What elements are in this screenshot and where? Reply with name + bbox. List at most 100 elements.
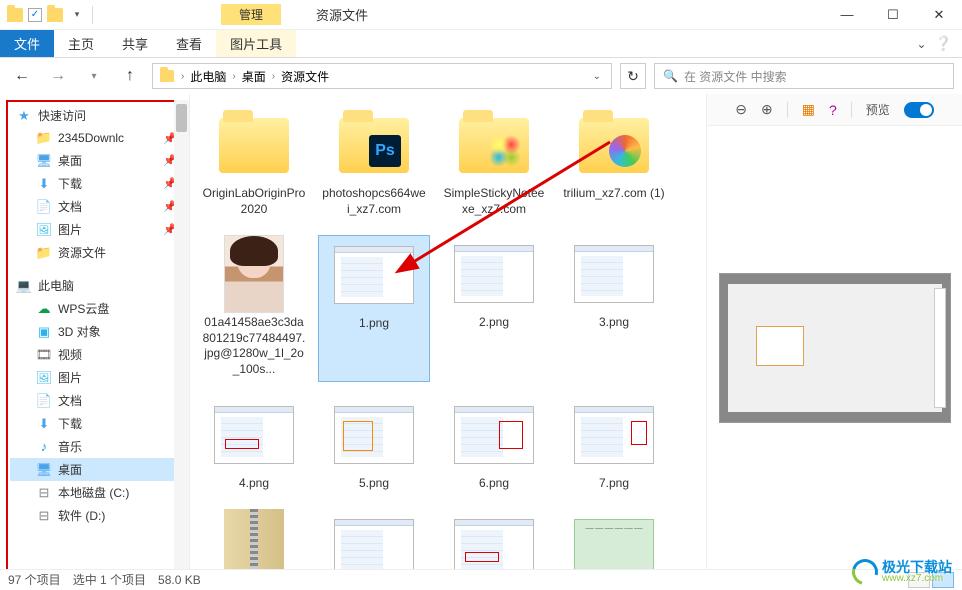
tab-file[interactable]: 文件 [0,30,54,57]
sidebar-quick-access[interactable]: ★ 快速访问 [10,104,187,127]
file-thumbnail [454,513,534,569]
sidebar-item[interactable]: 📄文档 [10,389,187,412]
chevron-right-icon[interactable]: › [272,71,275,82]
tab-share[interactable]: 共享 [108,30,162,57]
up-button[interactable]: ↑ [116,62,144,90]
minimize-button[interactable]: — [824,0,870,30]
tab-view[interactable]: 查看 [162,30,216,57]
file-item[interactable]: 2.png [438,235,550,381]
breadcrumb-seg[interactable]: 资源文件 [281,68,329,85]
sidebar-item[interactable]: ⬇下载📌 [10,172,187,195]
address-dropdown-icon[interactable]: ⌄ [589,71,605,82]
file-thumbnail: Ps [334,110,414,180]
sidebar-item[interactable]: 🖼 图片 [10,366,187,389]
sidebar-item[interactable]: ⬇下载 [10,412,187,435]
star-icon: ★ [16,108,32,124]
qat-dropdown-icon[interactable]: ▾ [68,6,86,24]
help-icon[interactable]: ? [829,102,837,118]
picture-icon: 🖼 [36,370,52,386]
file-item[interactable]: 1.png [318,235,430,381]
sidebar-item[interactable]: ♪音乐 [10,435,187,458]
prop-checkbox-icon[interactable]: ✓ [28,8,42,22]
sidebar-item-desktop[interactable]: 🖥桌面 [10,458,187,481]
file-label: 2.png [442,315,546,331]
file-item[interactable]: 5.png [318,396,430,496]
video-icon: 🎞 [36,347,52,363]
sidebar-item[interactable]: 🖼图片📌 [10,218,187,241]
sidebar-label: 图片 [58,369,82,386]
file-label: trilium_xz7.com (1) [562,186,666,202]
sidebar-item[interactable]: 📁资源文件 [10,241,187,264]
disk-icon: ⊟ [36,485,52,501]
sidebar-item[interactable]: 📁2345Downlc📌 [10,127,187,149]
sidebar-item[interactable]: 🎞视频 [10,343,187,366]
sidebar-item[interactable]: 📄文档📌 [10,195,187,218]
file-label: OriginLabOriginPro2020 [202,186,306,217]
ribbon: 文件 主页 共享 查看 图片工具 ⌄ ❔ [0,30,962,58]
cube-icon: ▣ [36,324,52,340]
forward-button[interactable]: → [44,62,72,90]
file-item[interactable]: 7.png [558,396,670,496]
sidebar-item[interactable]: 🖥桌面📌 [10,149,187,172]
ribbon-context-tab: 管理 [221,4,281,25]
grid-icon[interactable]: ▦ [802,101,815,118]
tab-picture-tools[interactable]: 图片工具 [216,30,296,57]
file-item[interactable]: OriginLabOriginPro2020 [198,106,310,221]
sidebar-label: 本地磁盘 (C:) [58,484,129,501]
sidebar-item[interactable]: ▣3D 对象 [10,320,187,343]
file-item[interactable]: Psphotoshopcs664wei_xz7.com [318,106,430,221]
file-item[interactable]: 4.png [198,396,310,496]
sidebar-label: 2345Downlc [58,131,124,145]
file-item[interactable] [438,509,550,569]
file-item[interactable]: 01a41458ae3c3da801219c77484497.jpg@1280w… [198,235,310,381]
file-item[interactable]: SimpleStickyNoteexe_xz7.com [438,106,550,221]
file-thumbnail [214,110,294,180]
back-button[interactable]: ← [8,62,36,90]
sidebar-label: 软件 (D:) [58,507,105,524]
chevron-right-icon[interactable]: › [181,71,184,82]
watermark-text: 极光下载站 [882,560,952,574]
zoom-out-button[interactable]: ⊖ [735,101,747,118]
desktop-icon: 🖥 [36,462,52,478]
file-item[interactable] [198,509,310,569]
refresh-button[interactable]: ↻ [620,63,646,89]
sidebar-label: 桌面 [58,152,82,169]
status-size: 58.0 KB [158,573,201,587]
file-thumbnail [214,400,294,470]
sidebar-item[interactable]: ⊟软件 (D:) [10,504,187,527]
file-view[interactable]: OriginLabOriginPro2020 Psphotoshopcs664we… [190,94,706,569]
breadcrumb-seg[interactable]: 此电脑 [190,68,226,85]
preview-toggle[interactable] [904,102,934,118]
search-placeholder: 在 资源文件 中搜索 [684,68,787,85]
nav-sidebar[interactable]: ★ 快速访问 📁2345Downlc📌 🖥桌面📌 ⬇下载📌 📄文档📌 🖼图片📌 … [0,94,190,569]
sidebar-label: 下载 [58,415,82,432]
chevron-right-icon[interactable]: › [232,71,235,82]
search-input[interactable]: 🔍 在 资源文件 中搜索 [654,63,954,89]
ribbon-collapse-icon[interactable]: ⌄ [917,37,927,51]
status-selection: 选中 1 个项目 [73,571,146,588]
help-icon[interactable]: ❔ [935,35,952,52]
breadcrumb-seg[interactable]: 桌面 [242,68,266,85]
folder-icon [46,6,64,24]
sidebar-item[interactable]: ⊟ 本地磁盘 (C:) [10,481,187,504]
sidebar-this-pc[interactable]: 💻 此电脑 [10,274,187,297]
folder-icon [159,68,175,84]
scrollbar[interactable] [174,100,189,569]
sidebar-label: 此电脑 [38,277,74,294]
tab-home[interactable]: 主页 [54,30,108,57]
file-item[interactable]: trilium_xz7.com (1) [558,106,670,221]
pc-icon: 💻 [16,278,32,294]
close-button[interactable]: ✕ [916,0,962,30]
file-item[interactable]: 6.png [438,396,550,496]
file-item[interactable]: ––– ––– ––– ––– ––– ––– [558,509,670,569]
recent-dropdown-icon[interactable]: ▾ [80,62,108,90]
sidebar-label: 图片 [58,221,82,238]
file-item[interactable]: 3.png [558,235,670,381]
address-bar[interactable]: › 此电脑 › 桌面 › 资源文件 ⌄ [152,63,612,89]
sidebar-item[interactable]: ☁WPS云盘 [10,297,187,320]
main-area: ★ 快速访问 📁2345Downlc📌 🖥桌面📌 ⬇下载📌 📄文档📌 🖼图片📌 … [0,94,962,569]
maximize-button[interactable]: ☐ [870,0,916,30]
file-item[interactable] [318,509,430,569]
sidebar-label: 文档 [58,392,82,409]
zoom-in-button[interactable]: ⊕ [761,101,773,118]
